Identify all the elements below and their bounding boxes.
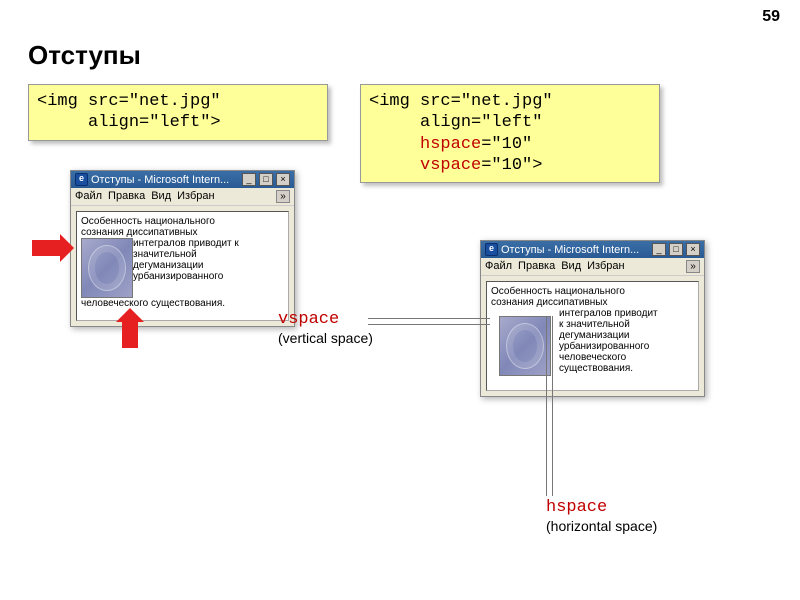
code-line: ="10"> [481,156,542,175]
menu-view[interactable]: Вид [151,190,171,203]
code-line: align="left" [369,113,542,132]
code-snippet-right: <img src="net.jpg" align="left" hspace="… [360,84,660,183]
window-title: Отступы - Microsoft Intern... [91,174,229,186]
code-line: <img src="net.jpg" [37,92,221,111]
page-content: Особенность национального сознания дисси… [76,211,289,321]
body-text: Особенность национального сознания дисси… [491,286,694,308]
menubar: Файл Правка Вид Избран » [481,258,704,276]
menubar: Файл Правка Вид Избран » [71,188,294,206]
page-number: 59 [762,8,780,26]
code-line [369,156,420,175]
connector-line [368,318,490,319]
titlebar: Отступы - Microsoft Intern... _ □ × [71,171,294,188]
titlebar: Отступы - Microsoft Intern... _ □ × [481,241,704,258]
arrow-right-icon [32,240,60,256]
label-keyword: vspace [278,310,339,329]
net-image [81,238,133,298]
vspace-label: vspace (vertical space) [278,310,373,347]
connector-line [546,316,547,496]
ie-icon [485,243,498,256]
maximize-button[interactable]: □ [259,173,273,186]
menu-favorites[interactable]: Избран [177,190,214,203]
connector-line [552,316,553,496]
menu-view[interactable]: Вид [561,260,581,273]
label-subtext: (horizontal space) [546,518,657,534]
menu-edit[interactable]: Правка [518,260,555,273]
browser-window-right: Отступы - Microsoft Intern... _ □ × Файл… [480,240,705,397]
hspace-label: hspace (horizontal space) [546,498,657,535]
page-title: Отступы [28,40,141,71]
close-button[interactable]: × [276,173,290,186]
code-highlight: vspace [420,156,481,175]
menu-more-icon[interactable]: » [686,260,700,273]
menu-file[interactable]: Файл [75,190,102,203]
ie-icon [75,173,88,186]
net-image [499,316,551,376]
body-text: человеческого существования. [81,298,284,309]
code-line: ="10" [481,135,532,154]
menu-favorites[interactable]: Избран [587,260,624,273]
menu-file[interactable]: Файл [485,260,512,273]
code-highlight: hspace [420,135,481,154]
window-title: Отступы - Microsoft Intern... [501,244,639,256]
body-text: Особенность национального сознания дисси… [81,216,284,238]
browser-window-left: Отступы - Microsoft Intern... _ □ × Файл… [70,170,295,327]
menu-edit[interactable]: Правка [108,190,145,203]
code-line: <img src="net.jpg" [369,92,553,111]
minimize-button[interactable]: _ [242,173,256,186]
code-snippet-left: <img src="net.jpg" align="left"> [28,84,328,141]
page-content: Особенность национального сознания дисси… [486,281,699,391]
minimize-button[interactable]: _ [652,243,666,256]
menu-more-icon[interactable]: » [276,190,290,203]
code-line [369,135,420,154]
label-keyword: hspace [546,498,607,517]
maximize-button[interactable]: □ [669,243,683,256]
label-subtext: (vertical space) [278,330,373,346]
close-button[interactable]: × [686,243,700,256]
connector-line [368,324,490,325]
arrow-up-icon [122,322,138,348]
code-line: align="left"> [37,113,221,132]
